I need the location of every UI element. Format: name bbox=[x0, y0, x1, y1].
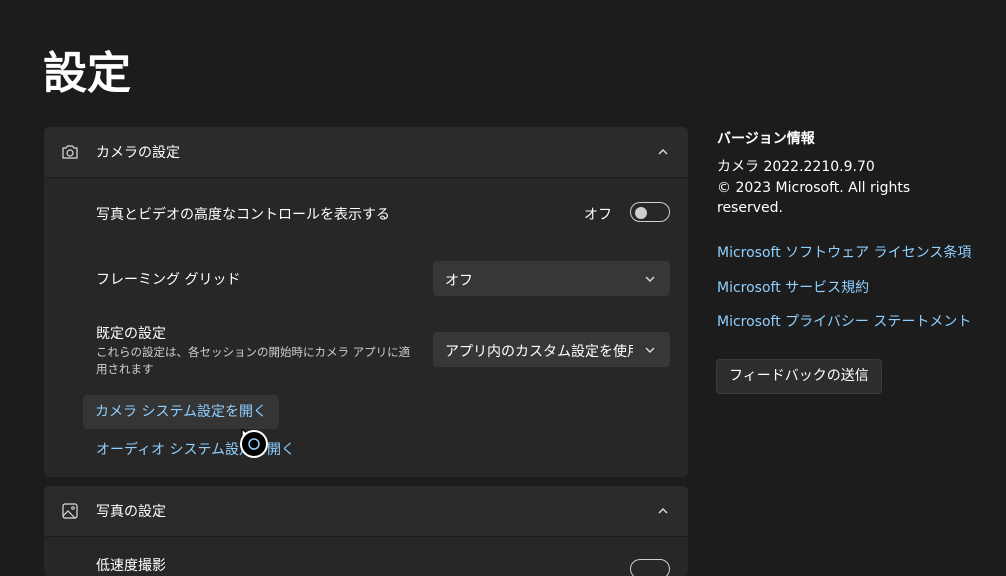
about-title: バージョン情報 bbox=[717, 131, 815, 147]
photo-first-row-label: 低速度撮影 bbox=[96, 558, 166, 574]
chevron-up-icon[interactable] bbox=[656, 145, 670, 159]
photo-first-row-toggle[interactable] bbox=[630, 559, 670, 576]
chevron-down-icon bbox=[645, 276, 655, 282]
framing-grid-dropdown[interactable]: オフ bbox=[433, 261, 670, 296]
advanced-controls-state: オフ bbox=[584, 207, 612, 223]
photo-first-row: 低速度撮影 bbox=[44, 537, 688, 576]
send-feedback-button[interactable]: フィードバックの送信 bbox=[716, 359, 882, 394]
framing-grid-row: フレーミング グリッド オフ bbox=[44, 247, 688, 309]
camera-icon bbox=[62, 145, 78, 159]
default-settings-label: 既定の設定 bbox=[96, 326, 166, 342]
toggle-knob bbox=[635, 207, 647, 219]
advanced-controls-label: 写真とビデオの高度なコントロールを表示する bbox=[96, 207, 390, 223]
copyright-text: © 2023 Microsoft. All rights reserved. bbox=[717, 180, 911, 216]
chevron-up-icon[interactable] bbox=[656, 504, 670, 518]
service-agreement-link[interactable]: Microsoft サービス規約 bbox=[717, 277, 869, 297]
default-settings-description: これらの設定は、各セッションの開始時にカメラ アプリに適用されます bbox=[96, 345, 411, 376]
framing-grid-value: オフ bbox=[445, 273, 473, 289]
open-camera-system-settings-link[interactable]: カメラ システム設定を開く bbox=[83, 395, 280, 429]
advanced-controls-row: 写真とビデオの高度なコントロールを表示する オフ bbox=[44, 178, 688, 246]
image-icon bbox=[62, 503, 78, 519]
page-title: 設定 bbox=[43, 48, 131, 99]
default-settings-row: 既定の設定 これらの設定は、各セッションの開始時にカメラ アプリに適用されます … bbox=[44, 310, 688, 477]
app-version: カメラ 2022.2210.9.70 bbox=[717, 159, 875, 175]
chevron-down-icon bbox=[645, 347, 655, 353]
photo-settings-title: 写真の設定 bbox=[96, 504, 166, 520]
advanced-controls-toggle[interactable] bbox=[630, 202, 670, 222]
photo-settings-header[interactable]: 写真の設定 bbox=[44, 486, 688, 537]
camera-settings-card: カメラの設定 写真とビデオの高度なコントロールを表示する オフ フレーミング グ… bbox=[44, 127, 688, 477]
mouse-cursor-icon bbox=[240, 428, 268, 458]
license-terms-link[interactable]: Microsoft ソフトウェア ライセンス条項 bbox=[717, 242, 971, 262]
privacy-statement-link[interactable]: Microsoft プライバシー ステートメント bbox=[717, 311, 971, 331]
default-settings-value: アプリ内のカスタム設定を使用する bbox=[445, 344, 633, 360]
camera-settings-title: カメラの設定 bbox=[96, 145, 180, 161]
camera-settings-header[interactable]: カメラの設定 bbox=[44, 127, 688, 178]
framing-grid-label: フレーミング グリッド bbox=[96, 272, 241, 288]
default-settings-dropdown[interactable]: アプリ内のカスタム設定を使用する bbox=[433, 332, 670, 367]
